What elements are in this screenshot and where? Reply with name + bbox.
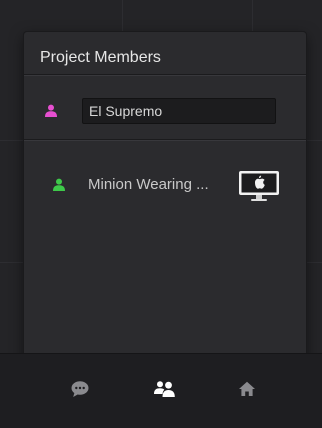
tab-home[interactable] bbox=[233, 376, 261, 402]
home-icon bbox=[239, 381, 255, 396]
tab-project-members[interactable] bbox=[151, 376, 179, 402]
project-members-popover: Project Members Minion Wearing ... bbox=[24, 32, 306, 362]
app-window: Project Members Minion Wearing ... bbox=[0, 0, 322, 428]
person-icon bbox=[45, 104, 57, 117]
member-name: Minion Wearing ... bbox=[88, 176, 209, 193]
person-icon bbox=[53, 178, 65, 191]
chat-bubble-icon bbox=[71, 381, 89, 397]
member-name-field[interactable] bbox=[82, 98, 276, 124]
popover-title: Project Members bbox=[40, 49, 161, 66]
header-divider bbox=[24, 74, 306, 75]
members-divider bbox=[24, 139, 306, 140]
bottom-toolbar bbox=[0, 353, 322, 428]
mac-computer-icon bbox=[239, 171, 279, 201]
tab-chat[interactable] bbox=[66, 376, 94, 402]
people-icon bbox=[154, 381, 175, 397]
